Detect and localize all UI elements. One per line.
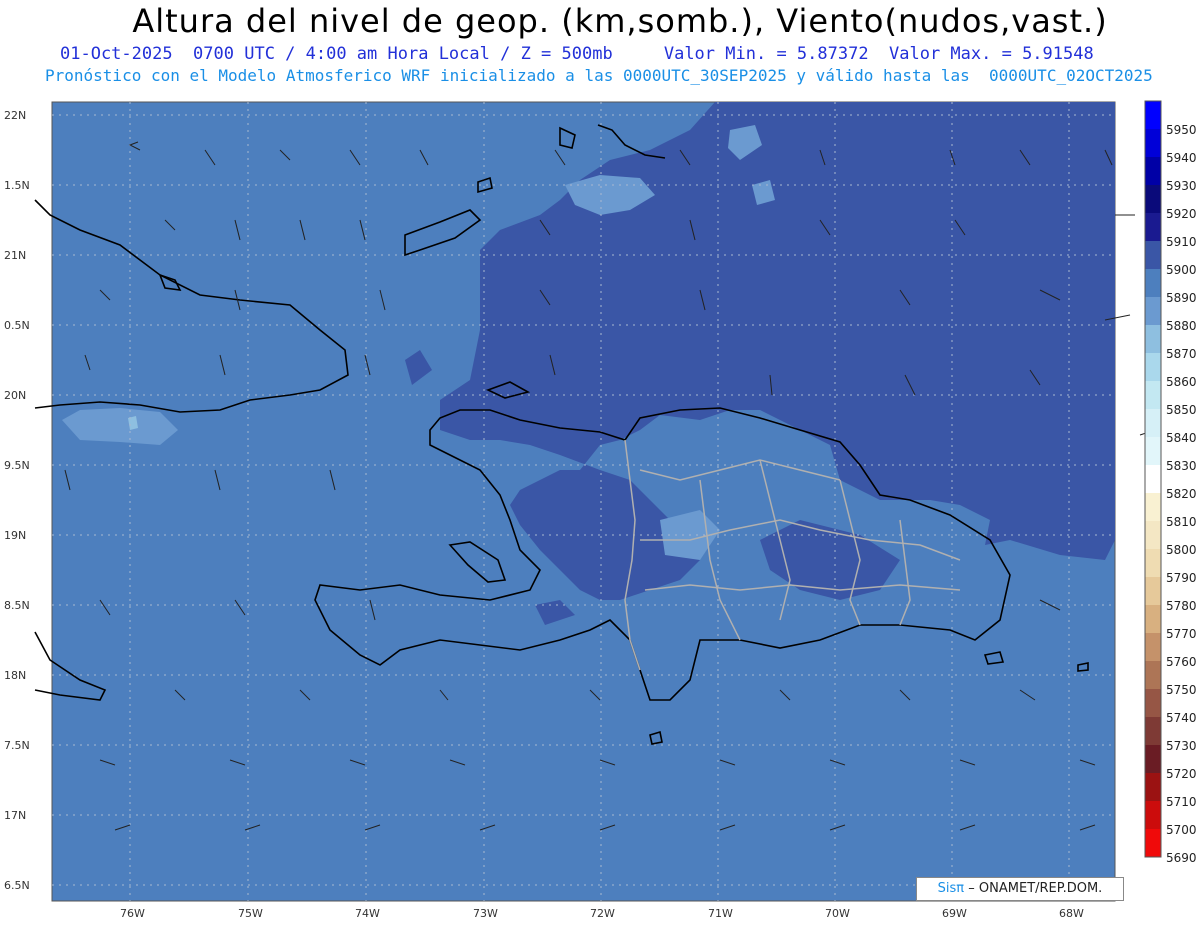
- colorbar-label: 5770: [1166, 627, 1197, 641]
- colorbar-swatch: [1145, 185, 1161, 213]
- colorbar-label: 5910: [1166, 235, 1197, 249]
- colorbar-label: 5920: [1166, 207, 1197, 221]
- lat-label: 19N: [4, 529, 26, 542]
- colorbar-swatch: [1145, 437, 1161, 465]
- lon-label: 76W: [120, 907, 145, 920]
- credit-text: – ONAMET/REP.DOM.: [968, 881, 1103, 896]
- lon-label: 72W: [590, 907, 615, 920]
- colorbar-swatch: [1145, 409, 1161, 437]
- colorbar-label: 5950: [1166, 123, 1197, 137]
- colorbar-swatch: [1145, 521, 1161, 549]
- lon-label: 70W: [825, 907, 850, 920]
- colorbar-swatch: [1145, 605, 1161, 633]
- lat-label: 18N: [4, 669, 26, 682]
- colorbar-swatch: [1145, 269, 1161, 297]
- colorbar-swatch: [1145, 661, 1161, 689]
- colorbar-label: 5940: [1166, 151, 1197, 165]
- lat-label: 17N: [4, 809, 26, 822]
- colorbar-swatch: [1145, 465, 1161, 493]
- colorbar-swatch: [1145, 101, 1161, 129]
- lat-label: 6.5N: [4, 879, 30, 892]
- colorbar-swatch: [1145, 801, 1161, 829]
- colorbar-label: 5820: [1166, 487, 1197, 501]
- map-figure: 22N 1.5N 21N 0.5N 20N 9.5N 19N 8.5N 18N …: [4, 100, 1197, 920]
- colorbar-swatch: [1145, 129, 1161, 157]
- colorbar-label: 5760: [1166, 655, 1197, 669]
- lon-label: 75W: [238, 907, 263, 920]
- colorbar-swatch: [1145, 549, 1161, 577]
- colorbar-label: 5850: [1166, 403, 1197, 417]
- lat-label: 9.5N: [4, 459, 30, 472]
- lat-label: 20N: [4, 389, 26, 402]
- colorbar-label: 5840: [1166, 431, 1197, 445]
- lat-label: 8.5N: [4, 599, 30, 612]
- colorbar-swatch: [1145, 717, 1161, 745]
- lat-label: 22N: [4, 109, 26, 122]
- lon-label: 73W: [473, 907, 498, 920]
- colorbar-swatch: [1145, 829, 1161, 857]
- lon-label: 74W: [355, 907, 380, 920]
- colorbar-swatch: [1145, 325, 1161, 353]
- colorbar-label: 5810: [1166, 515, 1197, 529]
- lat-label: 1.5N: [4, 179, 30, 192]
- lon-label: 71W: [708, 907, 733, 920]
- colorbar-swatch: [1145, 689, 1161, 717]
- colorbar-label: 5730: [1166, 739, 1197, 753]
- colorbar-swatch: [1145, 353, 1161, 381]
- colorbar-label: 5870: [1166, 347, 1197, 361]
- credit-box: Sisπ – ONAMET/REP.DOM.: [916, 877, 1124, 901]
- colorbar-label: 5890: [1166, 291, 1197, 305]
- colorbar-label: 5750: [1166, 683, 1197, 697]
- colorbar-label: 5690: [1166, 851, 1197, 865]
- colorbar-swatch: [1145, 745, 1161, 773]
- colorbar-swatch: [1145, 577, 1161, 605]
- colorbar-label: 5740: [1166, 711, 1197, 725]
- latitude-labels: 22N 1.5N 21N 0.5N 20N 9.5N 19N 8.5N 18N …: [4, 109, 30, 892]
- colorbar-label: 5710: [1166, 795, 1197, 809]
- colorbar-label: 5720: [1166, 767, 1197, 781]
- colorbar-swatch: [1145, 381, 1161, 409]
- credit-logo: Sisπ: [937, 881, 965, 896]
- lat-label: 0.5N: [4, 319, 30, 332]
- longitude-labels: 76W 75W 74W 73W 72W 71W 70W 69W 68W: [120, 907, 1084, 920]
- colorbar-swatch: [1145, 157, 1161, 185]
- colorbar-label: 5800: [1166, 543, 1197, 557]
- lon-label: 69W: [942, 907, 967, 920]
- colorbar-swatch: [1145, 773, 1161, 801]
- colorbar-swatch: [1145, 633, 1161, 661]
- colorbar-label: 5930: [1166, 179, 1197, 193]
- colorbar-label: 5900: [1166, 263, 1197, 277]
- colorbar: 5950 5940 5930 5920 5910 5900 5890 5880 5870 5860…: [1144, 100, 1197, 865]
- colorbar-label: 5780: [1166, 599, 1197, 613]
- colorbar-label: 5790: [1166, 571, 1197, 585]
- colorbar-label: 5880: [1166, 319, 1197, 333]
- lat-label: 21N: [4, 249, 26, 262]
- colorbar-label: 5860: [1166, 375, 1197, 389]
- colorbar-swatch: [1145, 297, 1161, 325]
- colorbar-swatch: [1145, 241, 1161, 269]
- colorbar-label: 5700: [1166, 823, 1197, 837]
- colorbar-swatch: [1145, 213, 1161, 241]
- lon-label: 68W: [1059, 907, 1084, 920]
- lat-label: 7.5N: [4, 739, 30, 752]
- colorbar-label: 5830: [1166, 459, 1197, 473]
- colorbar-swatch: [1145, 493, 1161, 521]
